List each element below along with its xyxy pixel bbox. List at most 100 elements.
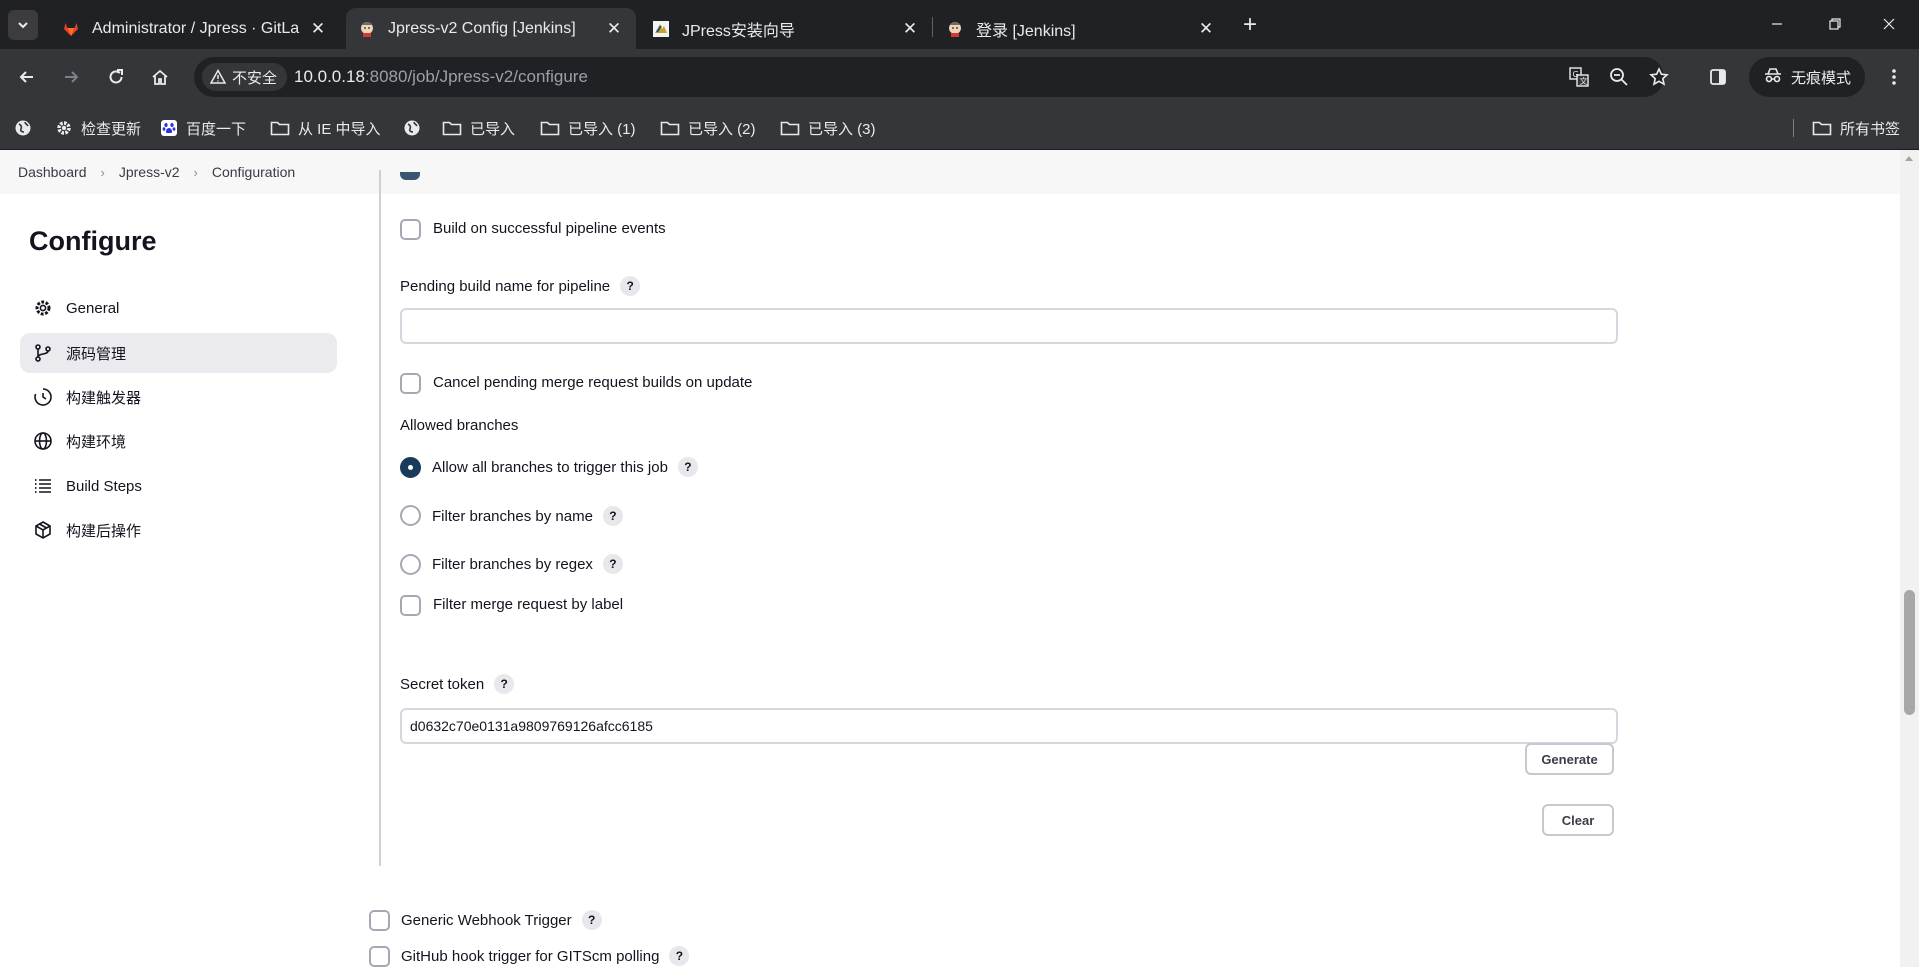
filter-branches-by-regex-label: Filter branches by regex ? <box>432 554 623 574</box>
help-icon[interactable]: ? <box>581 910 602 930</box>
address-bar[interactable]: 不安全 10.0.0.18:8080/job/Jpress-v2/configu… <box>194 57 1669 97</box>
side-panel-icon <box>1710 69 1726 85</box>
allow-all-branches-radio[interactable] <box>400 457 421 478</box>
bookmark-label: 百度一下 <box>186 120 247 138</box>
translate-icon[interactable]: G文 <box>1567 65 1591 89</box>
radio-label: Filter branches by regex <box>432 555 593 573</box>
breadcrumb-configuration[interactable]: Configuration <box>212 164 295 180</box>
bookmarks-separator <box>1793 119 1794 137</box>
filter-by-label-checkbox[interactable] <box>400 595 421 616</box>
incognito-indicator[interactable]: 无痕模式 <box>1749 57 1866 97</box>
arrow-right-icon <box>65 71 79 83</box>
generic-webhook-checkbox[interactable] <box>369 910 390 931</box>
bookmark-import-ie[interactable]: 从 IE 中导入 <box>270 115 381 141</box>
partially-visible-checkbox[interactable] <box>400 172 420 180</box>
bookmark-imported-3[interactable]: 已导入 (3) <box>780 115 876 141</box>
sidebar-item-scm[interactable]: 源码管理 <box>20 333 337 373</box>
bookmark-imported-2[interactable]: 已导入 (2) <box>660 115 756 141</box>
breadcrumb-job[interactable]: Jpress-v2 <box>119 164 180 180</box>
filter-branches-by-regex-radio[interactable] <box>400 554 421 575</box>
bookmark-check-updates[interactable]: 检查更新 <box>55 115 141 141</box>
help-icon[interactable]: ? <box>602 506 623 526</box>
close-icon[interactable]: ✕ <box>1196 19 1216 39</box>
field-label-text: Secret token <box>400 675 485 693</box>
bookmark-star-icon[interactable] <box>1647 65 1671 89</box>
bookmark-label: 检查更新 <box>81 120 142 138</box>
help-icon[interactable]: ? <box>494 674 515 694</box>
sidebar-item-build-steps[interactable]: Build Steps <box>20 466 337 506</box>
site-security-chip[interactable]: 不安全 <box>202 63 288 91</box>
scroll-up-arrow-icon[interactable] <box>1905 156 1913 161</box>
bookmark-baidu[interactable]: 百度一下 <box>160 115 246 141</box>
side-panel-button[interactable] <box>1702 61 1734 93</box>
checkbox-label: Cancel pending merge request builds on u… <box>433 374 753 391</box>
help-icon[interactable]: ? <box>677 457 698 477</box>
secret-token-input[interactable]: d0632c70e0131a9809769126afcc6185 <box>400 708 1618 744</box>
new-tab-button[interactable]: + <box>1236 11 1264 39</box>
globe-icon <box>404 120 420 136</box>
bookmark-imported-1[interactable]: 已导入 (1) <box>540 115 636 141</box>
bookmark-label: 所有书签 <box>1840 120 1901 138</box>
folder-icon <box>270 121 290 136</box>
tab-gitlab[interactable]: Administrator / Jpress · GitLab ✕ <box>50 8 340 49</box>
clear-button[interactable]: Clear <box>1542 804 1614 836</box>
sidebar-item-build-triggers[interactable]: 构建触发器 <box>20 377 337 417</box>
close-icon[interactable]: ✕ <box>604 19 624 39</box>
cancel-pending-checkbox[interactable] <box>400 373 421 394</box>
sidebar-item-post-build[interactable]: 构建后操作 <box>20 510 337 550</box>
github-hook-checkbox[interactable] <box>369 946 390 967</box>
bookmark-imported[interactable]: 已导入 <box>442 115 515 141</box>
browser-menu-button[interactable] <box>1880 63 1908 91</box>
tab-search-button[interactable] <box>8 10 38 40</box>
section-rail <box>379 170 381 866</box>
jpress-icon <box>652 20 670 38</box>
scrollbar-thumb[interactable] <box>1904 590 1915 715</box>
close-window-button[interactable] <box>1866 8 1912 40</box>
close-icon[interactable]: ✕ <box>308 19 328 39</box>
home-icon <box>152 69 168 85</box>
tab-jenkins-login[interactable]: 登录 [Jenkins] ✕ <box>934 8 1228 49</box>
zoom-icon[interactable] <box>1607 65 1631 89</box>
page-scrollbar[interactable] <box>1900 150 1919 967</box>
baidu-icon <box>161 120 177 136</box>
tab-title: Jpress-v2 Config [Jenkins] <box>388 19 576 37</box>
filter-branches-by-name-radio[interactable] <box>400 505 421 526</box>
bookmark-globe-2[interactable] <box>403 115 421 141</box>
breadcrumb-dashboard[interactable]: Dashboard <box>18 164 87 180</box>
pending-build-name-input[interactable] <box>400 308 1618 344</box>
restore-icon <box>1829 18 1841 30</box>
chevron-right-icon: › <box>193 164 198 180</box>
tab-jpress-setup[interactable]: JPress安装向导 ✕ <box>640 8 932 49</box>
bookmark-label: 已导入 <box>470 120 516 138</box>
build-on-pipeline-events-checkbox[interactable] <box>400 219 421 240</box>
generate-button[interactable]: Generate <box>1525 743 1614 775</box>
close-icon <box>1883 18 1895 30</box>
bookmark-label: 已导入 (3) <box>808 120 876 138</box>
back-button[interactable] <box>11 61 43 93</box>
sidebar-item-label: General <box>66 299 120 317</box>
checkbox-label: Filter merge request by label <box>433 596 624 613</box>
radio-label: Allow all branches to trigger this job <box>432 458 668 476</box>
home-button[interactable] <box>144 61 176 93</box>
sidebar-item-build-environment[interactable]: 构建环境 <box>20 421 337 461</box>
restore-button[interactable] <box>1812 8 1858 40</box>
tab-jenkins-config[interactable]: Jpress-v2 Config [Jenkins] ✕ <box>346 8 636 49</box>
radio-label: Filter branches by name <box>432 507 593 525</box>
reload-button[interactable] <box>100 61 132 93</box>
bookmark-all[interactable]: 所有书签 <box>1812 115 1900 141</box>
chevron-down-icon <box>18 22 28 29</box>
minimize-button[interactable] <box>1754 8 1800 40</box>
forward-button[interactable] <box>55 61 87 93</box>
sidebar-item-general[interactable]: General <box>20 288 337 328</box>
checkbox-label: Generic Webhook Trigger <box>401 911 572 929</box>
close-icon[interactable]: ✕ <box>900 19 920 39</box>
checkbox-label: GitHub hook trigger for GITScm polling <box>401 947 660 965</box>
help-icon[interactable]: ? <box>620 276 641 296</box>
help-icon[interactable]: ? <box>669 946 690 966</box>
field-label-text: Pending build name for pipeline <box>400 277 611 295</box>
browser-toolbar: 不安全 10.0.0.18:8080/job/Jpress-v2/configu… <box>0 49 1919 105</box>
reload-icon <box>109 69 123 84</box>
filter-by-label-label: Filter merge request by label <box>433 596 623 613</box>
bookmark-globe[interactable] <box>14 115 32 141</box>
help-icon[interactable]: ? <box>602 554 623 574</box>
